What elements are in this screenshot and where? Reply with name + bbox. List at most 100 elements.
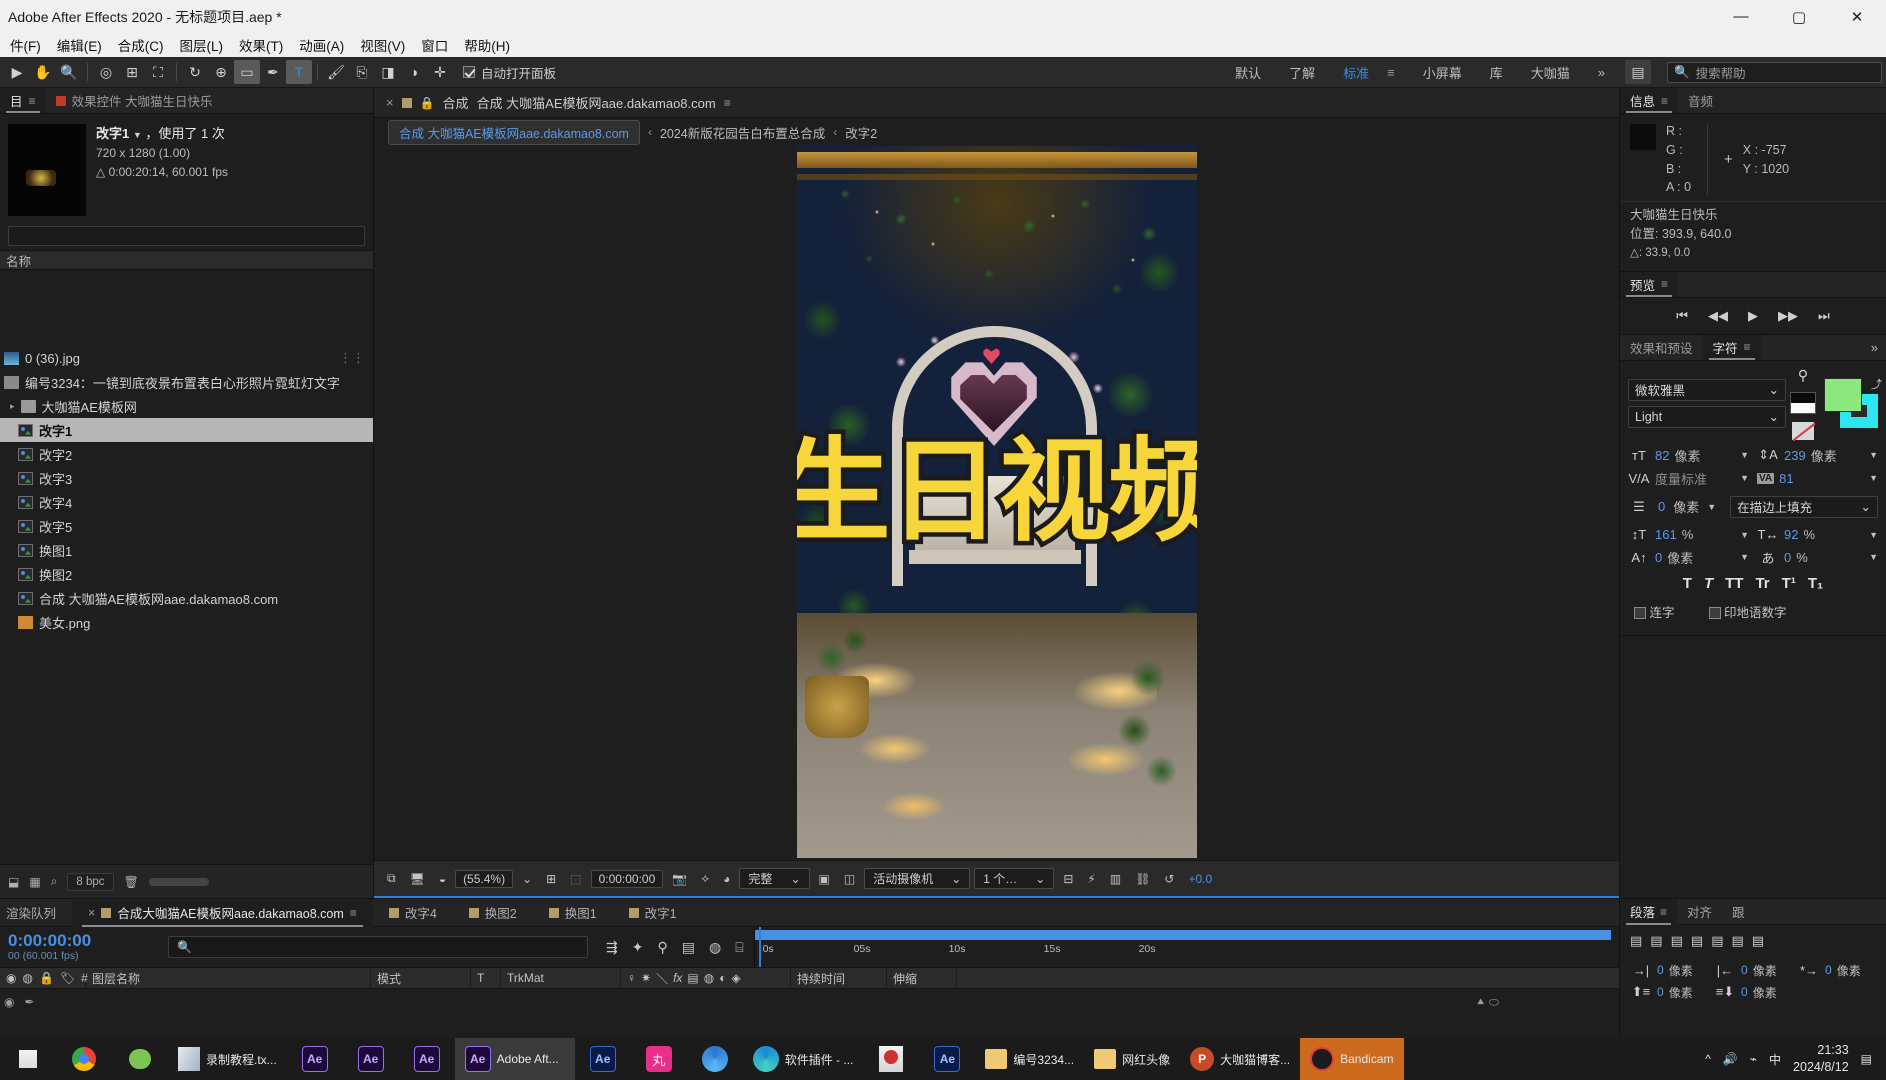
panel-menu-icon[interactable]: ≡ — [1661, 277, 1668, 291]
tab-audio[interactable]: 音频 — [1678, 88, 1724, 113]
comp-panel-menu-icon[interactable]: ≡ — [724, 96, 731, 110]
tab-info[interactable]: 信息 ≡ — [1620, 88, 1679, 113]
chevron-right-icon[interactable]: ▸ — [10, 401, 15, 412]
resolution-select[interactable]: 完整 ⌄ — [739, 868, 810, 889]
bit-depth-button[interactable]: 8 bpc — [67, 872, 114, 891]
tab-project[interactable]: 目 ≡ — [0, 88, 46, 113]
network-icon[interactable]: ⌁ — [1750, 1052, 1757, 1066]
overlay-title-text[interactable]: 花园生日视频制作 — [797, 432, 1197, 553]
list-item[interactable]: 改字4 — [0, 490, 373, 514]
pan-tool-icon[interactable]: ⊞ — [119, 60, 145, 84]
start-button[interactable] — [0, 1038, 56, 1080]
small-caps-button[interactable]: Tr — [1755, 575, 1769, 592]
tab-timeline-huantu1[interactable]: 换图1 — [533, 899, 613, 927]
justify-all-icon[interactable]: ▤ — [1752, 933, 1764, 949]
channels-icon[interactable]: ◕ — [718, 868, 735, 890]
workspace-learn[interactable]: 了解 — [1275, 59, 1329, 86]
taskbar-app-folder-1[interactable]: 编号3234... — [975, 1038, 1084, 1080]
timeline-ruler[interactable]: 0s 05s 10s 15s 20s — [753, 927, 1611, 967]
tab-effect-controls[interactable]: 效果控件 大咖猫生日快乐 — [45, 88, 223, 113]
brush-tool-icon[interactable]: 🖌 — [323, 60, 349, 84]
list-item[interactable]: 改字2 — [0, 442, 373, 466]
list-item[interactable]: ▸ 大咖猫AE模板网 — [0, 394, 373, 418]
first-frame-icon[interactable]: ⏮ — [1676, 308, 1688, 324]
timeline-search-input[interactable]: 🔍 — [168, 936, 588, 958]
menu-item-help[interactable]: 帮助(H) — [456, 33, 518, 57]
character-overflow-icon[interactable]: » — [1863, 335, 1886, 360]
last-frame-icon[interactable]: ⏭ — [1818, 308, 1830, 324]
workspace-default[interactable]: 默认 — [1221, 59, 1275, 86]
chevron-down-icon[interactable]: ▼ — [1740, 450, 1749, 460]
baseline-shift-field[interactable]: A↑ 0 像素 ▼ — [1628, 548, 1749, 567]
chevron-down-icon[interactable]: ▼ — [1740, 473, 1749, 483]
color-swatches[interactable]: ⤴ — [1820, 378, 1882, 429]
shape-tool-icon[interactable]: ▭ — [234, 60, 260, 84]
workspace-layout-icon[interactable]: ▤ — [1625, 60, 1651, 84]
comp-flowchart-icon[interactable]: ⛓ — [1130, 868, 1155, 890]
project-zoom-slider[interactable] — [148, 877, 209, 886]
tray-expand-icon[interactable]: ^ — [1705, 1052, 1711, 1066]
close-tab-icon[interactable]: × — [88, 906, 95, 920]
expand-icon[interactable]: ◉ — [4, 995, 14, 1009]
leading-field[interactable]: ⇕A 239 像素 ▼ — [1757, 446, 1878, 465]
next-frame-icon[interactable]: ▶▶ — [1778, 308, 1798, 324]
close-button[interactable]: ✕ — [1828, 0, 1886, 33]
panel-menu-icon[interactable]: ≡ — [1744, 340, 1751, 354]
motion-blur-icon[interactable]: ◍ — [709, 939, 721, 956]
tab-render-queue[interactable]: 渲染队列 — [0, 899, 72, 927]
taskbar-app-notepad[interactable]: 录制教程.tx... — [168, 1038, 287, 1080]
tab-comp-timeline[interactable]: × 合成大咖猫AE模板网aae.dakamao8.com ≡ — [72, 898, 373, 927]
taskbar-wechat-icon[interactable] — [112, 1038, 168, 1080]
font-family-select[interactable]: 微软雅黑 ⌄ — [1628, 378, 1786, 401]
graph-editor-icon[interactable]: ⌸ — [735, 939, 743, 956]
stroke-mode-select[interactable]: 在描边上填充 ⌄ — [1730, 495, 1878, 518]
comp-mini-flowchart-icon[interactable]: ⇶ — [606, 939, 618, 956]
chevron-down-icon[interactable]: ▼ — [1740, 530, 1749, 540]
panel-menu-icon[interactable]: ≡ — [1661, 94, 1668, 108]
space-before-field[interactable]: ⬆≡ 0 像素 — [1630, 983, 1708, 1001]
reset-exposure-icon[interactable]: ↺ — [1159, 868, 1179, 890]
chevron-down-icon[interactable]: ▼ — [1740, 552, 1749, 562]
always-preview-icon[interactable]: ⧉ — [382, 868, 401, 890]
menu-item-view[interactable]: 视图(V) — [352, 33, 413, 57]
project-item-list[interactable]: 0 (36).jpg ⋮⋮ 编号3234：一镜到底夜景布置表白心形照片霓虹灯文字… — [0, 346, 373, 858]
puppet-tool-icon[interactable]: ✛ — [427, 60, 453, 84]
menu-item-layer[interactable]: 图层(L) — [172, 33, 232, 57]
mask-icon[interactable]: ◒ — [434, 868, 451, 890]
volume-icon[interactable]: 🔊 — [1723, 1052, 1738, 1066]
font-size-field[interactable]: ᴛT 82 像素 ▼ — [1628, 446, 1749, 465]
pixel-aspect-icon[interactable]: ⊟ — [1058, 868, 1078, 890]
eraser-tool-icon[interactable]: ◨ — [375, 60, 401, 84]
vertical-scale-field[interactable]: ↕T 161 % ▼ — [1628, 526, 1749, 544]
justify-last-left-icon[interactable]: ▤ — [1691, 933, 1703, 949]
superscript-button[interactable]: T¹ — [1782, 575, 1796, 592]
workspace-smallscreen[interactable]: 小屏幕 — [1409, 59, 1476, 86]
views-select[interactable]: 1 个… ⌄ — [974, 868, 1055, 889]
lock-icon[interactable]: 🔒 — [420, 96, 435, 110]
chevron-down-icon[interactable]: ▼ — [1707, 502, 1716, 512]
breadcrumb-item-2[interactable]: 改字2 — [845, 123, 877, 142]
menu-item-edit[interactable]: 编辑(E) — [49, 33, 110, 57]
tracking-field[interactable]: VA 81 ▼ — [1757, 469, 1878, 488]
list-item[interactable]: 合成 大咖猫AE模板网aae.dakamao8.com — [0, 586, 373, 610]
taskbar-pink-app-icon[interactable]: 丸 — [631, 1038, 687, 1080]
justify-last-right-icon[interactable]: ▤ — [1731, 933, 1743, 949]
ligature-checkbox[interactable]: 连字 — [1634, 602, 1675, 621]
auto-open-panel-checkbox[interactable]: 自动打开面板 — [463, 63, 556, 82]
bold-button[interactable]: T — [1683, 575, 1692, 592]
minimize-button[interactable]: — — [1712, 0, 1770, 33]
play-icon[interactable]: ▶ — [1748, 308, 1758, 324]
notifications-icon[interactable]: ▤ — [1861, 1052, 1872, 1066]
frame-blending-icon[interactable]: ▤ — [682, 939, 695, 956]
all-caps-button[interactable]: TT — [1725, 575, 1743, 592]
composition-viewer[interactable]: 花园生日视频制作 — [374, 146, 1619, 860]
tab-tracker[interactable]: 跟 — [1722, 899, 1755, 925]
selection-tool-icon[interactable]: ▶ — [4, 60, 30, 84]
timeline-current-time[interactable]: 0:00:00:00 — [8, 932, 158, 950]
chevron-down-icon[interactable]: ▼ — [1869, 473, 1878, 483]
black-white-swatch-icon[interactable] — [1790, 391, 1816, 414]
taskbar-ae-icon-5[interactable]: Ae — [919, 1038, 975, 1080]
align-left-icon[interactable]: ▤ — [1630, 933, 1642, 949]
list-item[interactable]: 改字1 — [0, 418, 373, 442]
new-comp-icon[interactable]: ⌕ — [51, 874, 58, 889]
